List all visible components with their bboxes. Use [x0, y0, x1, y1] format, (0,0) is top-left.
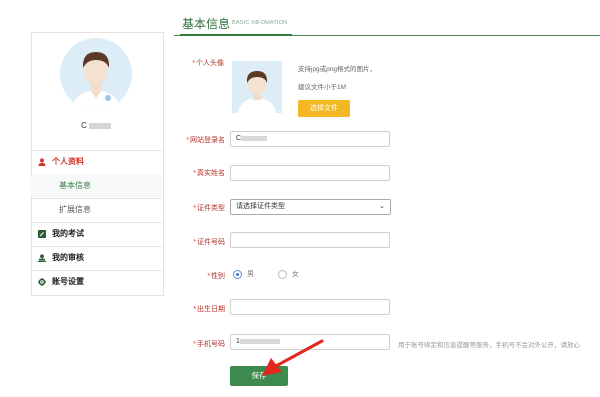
phone-input[interactable]: 1 [230, 334, 390, 350]
real-name-label: *真实姓名 [193, 170, 225, 177]
gender-female-label: 女 [292, 271, 299, 278]
id-type-label: *证件类型 [193, 205, 225, 212]
avatar-label: *个人头像 [192, 60, 224, 67]
avatar-illustration [72, 52, 120, 110]
gender-male-label: 男 [247, 271, 254, 278]
gear-icon [38, 278, 46, 286]
phone-hint: 用于账号绑定和信息提醒等服务，手机号不会对外公开，请放心 [398, 342, 580, 349]
birth-date-input[interactable] [230, 299, 390, 315]
login-name-input[interactable]: C [230, 131, 390, 147]
header-accent-bar [180, 34, 292, 36]
sidebar-item-account-settings[interactable]: 账号设置 [31, 271, 162, 293]
profile-photo [232, 61, 282, 113]
sidebar-item-my-exams[interactable]: 我的考试 [31, 223, 162, 245]
page-subtitle: BASIC INFOMATION [232, 20, 288, 26]
sidebar-item-profile[interactable]: 个人资料 [31, 151, 162, 173]
gender-label: *性别 [207, 273, 225, 280]
sidebar-item-my-reviews[interactable]: 我的审核 [31, 247, 162, 269]
login-name-label: *网站登录名 [186, 137, 225, 144]
birth-date-label: *出生日期 [193, 306, 225, 313]
upload-hint-format: 支持jpg或png格式的图片， [298, 66, 377, 73]
sidebar-item-extended-info[interactable]: 扩展信息 [31, 199, 162, 221]
sidebar-item-label: 账号设置 [52, 277, 84, 286]
review-icon [38, 254, 46, 262]
avatar [60, 38, 132, 110]
sidebar-item-label: 我的考试 [52, 229, 84, 238]
sidebar-item-basic-info[interactable]: 基本信息 [31, 175, 162, 197]
chevron-down-icon: ⌄ [379, 203, 385, 210]
page-title: 基本信息 [182, 17, 231, 31]
phone-label: *手机号码 [193, 341, 225, 348]
photo-illustration [238, 71, 276, 113]
gender-male-radio[interactable] [233, 270, 242, 279]
real-name-input[interactable] [230, 165, 390, 181]
gender-female-radio[interactable] [278, 270, 287, 279]
sidebar-item-label: 基本信息 [59, 181, 91, 190]
exam-icon [38, 230, 46, 238]
username: C [0, 121, 192, 130]
id-type-select[interactable]: 请选择证件类型 ⌄ [230, 199, 391, 215]
choose-file-button[interactable]: 选择文件 [298, 100, 350, 117]
sidebar-item-label: 我的审核 [52, 253, 84, 262]
upload-hint-size: 建议文件小于1M [298, 84, 347, 91]
user-icon [38, 158, 46, 166]
save-button[interactable]: 保存 [230, 366, 288, 386]
id-number-input[interactable] [230, 232, 390, 248]
sidebar-item-label: 扩展信息 [59, 205, 91, 214]
id-number-label: *证件号码 [193, 239, 225, 246]
sidebar-item-label: 个人资料 [52, 157, 84, 166]
